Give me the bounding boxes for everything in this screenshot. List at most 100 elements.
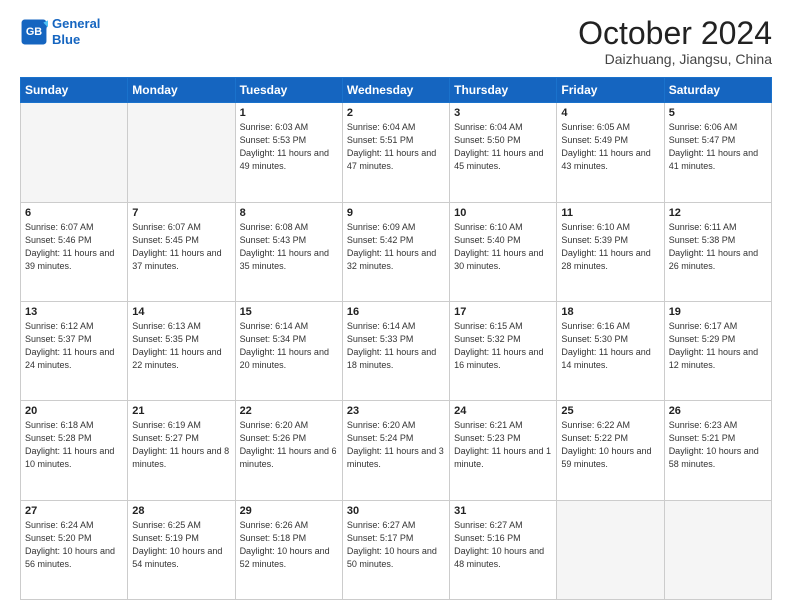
day-number: 4: [561, 107, 659, 119]
day-cell: 18Sunrise: 6:16 AMSunset: 5:30 PMDayligh…: [557, 301, 664, 400]
title-block: October 2024 Daizhuang, Jiangsu, China: [578, 16, 772, 67]
day-number: 15: [240, 306, 338, 318]
day-cell: 10 Sunrise: 6:10 AMSunset: 5:40 PMDayligh…: [450, 202, 557, 301]
day-cell: 25 Sunrise: 6:22 AMSunset: 5:22 PMDayligh…: [557, 401, 664, 500]
day-cell: 5 Sunrise: 6:06 AMSunset: 5:47 PMDaylight…: [664, 103, 771, 202]
day-number: 12: [669, 207, 767, 219]
day-cell: 26 Sunrise: 6:23 AMSunset: 5:21 PMDayligh…: [664, 401, 771, 500]
day-cell: 1 Sunrise: 6:03 AMSunset: 5:53 PMDaylight…: [235, 103, 342, 202]
day-number: 28: [132, 505, 230, 517]
day-cell: 27 Sunrise: 6:24 AMSunset: 5:20 PMDayligh…: [21, 500, 128, 599]
day-info: Sunrise: 6:08 AMSunset: 5:43 PMDaylight:…: [240, 221, 338, 273]
day-cell: 21 Sunrise: 6:19 AMSunset: 5:27 PMDayligh…: [128, 401, 235, 500]
logo: GB General Blue: [20, 16, 100, 47]
logo-general: General: [52, 16, 100, 31]
day-cell: 3Sunrise: 6:04 AMSunset: 5:50 PMDaylight…: [450, 103, 557, 202]
day-cell: 8 Sunrise: 6:08 AMSunset: 5:43 PMDaylight…: [235, 202, 342, 301]
day-cell: 2 Sunrise: 6:04 AMSunset: 5:51 PMDaylight…: [342, 103, 449, 202]
week-row-2: 6 Sunrise: 6:07 AMSunset: 5:46 PMDaylight…: [21, 202, 772, 301]
day-cell: 13 Sunrise: 6:12 AMSunset: 5:37 PMDayligh…: [21, 301, 128, 400]
day-number: 14: [132, 306, 230, 318]
weekday-sunday: Sunday: [21, 78, 128, 103]
day-cell: [664, 500, 771, 599]
day-cell: 20Sunrise: 6:18 AMSunset: 5:28 PMDayligh…: [21, 401, 128, 500]
day-info: Sunrise: 6:26 AMSunset: 5:18 PMDaylight:…: [240, 519, 338, 571]
logo-blue: Blue: [52, 32, 80, 47]
day-cell: 23Sunrise: 6:20 AMSunset: 5:24 PMDayligh…: [342, 401, 449, 500]
calendar-table: SundayMondayTuesdayWednesdayThursdayFrid…: [20, 77, 772, 600]
day-number: 19: [669, 306, 767, 318]
day-number: 20: [25, 405, 123, 417]
day-info: Sunrise: 6:07 AMSunset: 5:45 PMDaylight:…: [132, 221, 230, 273]
day-cell: [128, 103, 235, 202]
day-cell: [557, 500, 664, 599]
month-title: October 2024: [578, 16, 772, 51]
calendar-page: GB General Blue October 2024 Daizhuang, …: [0, 0, 792, 612]
day-number: 5: [669, 107, 767, 119]
weekday-header-row: SundayMondayTuesdayWednesdayThursdayFrid…: [21, 78, 772, 103]
day-info: Sunrise: 6:22 AMSunset: 5:22 PMDaylight:…: [561, 419, 659, 471]
day-number: 31: [454, 505, 552, 517]
weekday-wednesday: Wednesday: [342, 78, 449, 103]
day-info: Sunrise: 6:24 AMSunset: 5:20 PMDaylight:…: [25, 519, 123, 571]
day-info: Sunrise: 6:07 AMSunset: 5:46 PMDaylight:…: [25, 221, 123, 273]
day-info: Sunrise: 6:06 AMSunset: 5:47 PMDaylight:…: [669, 121, 767, 173]
day-info: Sunrise: 6:04 AMSunset: 5:51 PMDaylight:…: [347, 121, 445, 173]
day-number: 29: [240, 505, 338, 517]
day-info: Sunrise: 6:04 AMSunset: 5:50 PMDaylight:…: [454, 121, 552, 173]
day-info: Sunrise: 6:11 AMSunset: 5:38 PMDaylight:…: [669, 221, 767, 273]
day-cell: 6 Sunrise: 6:07 AMSunset: 5:46 PMDaylight…: [21, 202, 128, 301]
day-info: Sunrise: 6:19 AMSunset: 5:27 PMDaylight:…: [132, 419, 230, 471]
day-number: 16: [347, 306, 445, 318]
day-number: 25: [561, 405, 659, 417]
day-cell: 12 Sunrise: 6:11 AMSunset: 5:38 PMDayligh…: [664, 202, 771, 301]
logo-text: General Blue: [52, 16, 100, 47]
day-cell: 31 Sunrise: 6:27 AMSunset: 5:16 PMDayligh…: [450, 500, 557, 599]
day-number: 22: [240, 405, 338, 417]
day-number: 10: [454, 207, 552, 219]
day-number: 2: [347, 107, 445, 119]
week-row-5: 27 Sunrise: 6:24 AMSunset: 5:20 PMDayligh…: [21, 500, 772, 599]
day-number: 21: [132, 405, 230, 417]
day-cell: 22 Sunrise: 6:20 AMSunset: 5:26 PMDayligh…: [235, 401, 342, 500]
header: GB General Blue October 2024 Daizhuang, …: [20, 16, 772, 67]
day-info: Sunrise: 6:03 AMSunset: 5:53 PMDaylight:…: [240, 121, 338, 173]
day-info: Sunrise: 6:20 AMSunset: 5:26 PMDaylight:…: [240, 419, 338, 471]
day-info: Sunrise: 6:21 AMSunset: 5:23 PMDaylight:…: [454, 419, 552, 471]
day-cell: 19 Sunrise: 6:17 AMSunset: 5:29 PMDayligh…: [664, 301, 771, 400]
day-cell: 24Sunrise: 6:21 AMSunset: 5:23 PMDayligh…: [450, 401, 557, 500]
day-number: 26: [669, 405, 767, 417]
day-cell: [21, 103, 128, 202]
day-number: 27: [25, 505, 123, 517]
day-cell: 15 Sunrise: 6:14 AMSunset: 5:34 PMDayligh…: [235, 301, 342, 400]
week-row-1: 1 Sunrise: 6:03 AMSunset: 5:53 PMDaylight…: [21, 103, 772, 202]
day-info: Sunrise: 6:27 AMSunset: 5:17 PMDaylight:…: [347, 519, 445, 571]
day-cell: 11Sunrise: 6:10 AMSunset: 5:39 PMDayligh…: [557, 202, 664, 301]
day-number: 7: [132, 207, 230, 219]
day-info: Sunrise: 6:14 AMSunset: 5:33 PMDaylight:…: [347, 320, 445, 372]
day-info: Sunrise: 6:25 AMSunset: 5:19 PMDaylight:…: [132, 519, 230, 571]
day-info: Sunrise: 6:20 AMSunset: 5:24 PMDaylight:…: [347, 419, 445, 471]
day-info: Sunrise: 6:16 AMSunset: 5:30 PMDaylight:…: [561, 320, 659, 372]
week-row-4: 20Sunrise: 6:18 AMSunset: 5:28 PMDayligh…: [21, 401, 772, 500]
day-info: Sunrise: 6:10 AMSunset: 5:40 PMDaylight:…: [454, 221, 552, 273]
day-number: 1: [240, 107, 338, 119]
day-cell: 4 Sunrise: 6:05 AMSunset: 5:49 PMDaylight…: [557, 103, 664, 202]
day-number: 9: [347, 207, 445, 219]
day-number: 30: [347, 505, 445, 517]
day-info: Sunrise: 6:12 AMSunset: 5:37 PMDaylight:…: [25, 320, 123, 372]
svg-text:GB: GB: [26, 26, 42, 38]
logo-icon: GB: [20, 18, 48, 46]
day-number: 13: [25, 306, 123, 318]
day-number: 6: [25, 207, 123, 219]
weekday-friday: Friday: [557, 78, 664, 103]
weekday-saturday: Saturday: [664, 78, 771, 103]
day-info: Sunrise: 6:27 AMSunset: 5:16 PMDaylight:…: [454, 519, 552, 571]
day-number: 8: [240, 207, 338, 219]
day-info: Sunrise: 6:05 AMSunset: 5:49 PMDaylight:…: [561, 121, 659, 173]
day-info: Sunrise: 6:17 AMSunset: 5:29 PMDaylight:…: [669, 320, 767, 372]
day-cell: 29 Sunrise: 6:26 AMSunset: 5:18 PMDayligh…: [235, 500, 342, 599]
day-info: Sunrise: 6:14 AMSunset: 5:34 PMDaylight:…: [240, 320, 338, 372]
weekday-thursday: Thursday: [450, 78, 557, 103]
day-info: Sunrise: 6:23 AMSunset: 5:21 PMDaylight:…: [669, 419, 767, 471]
